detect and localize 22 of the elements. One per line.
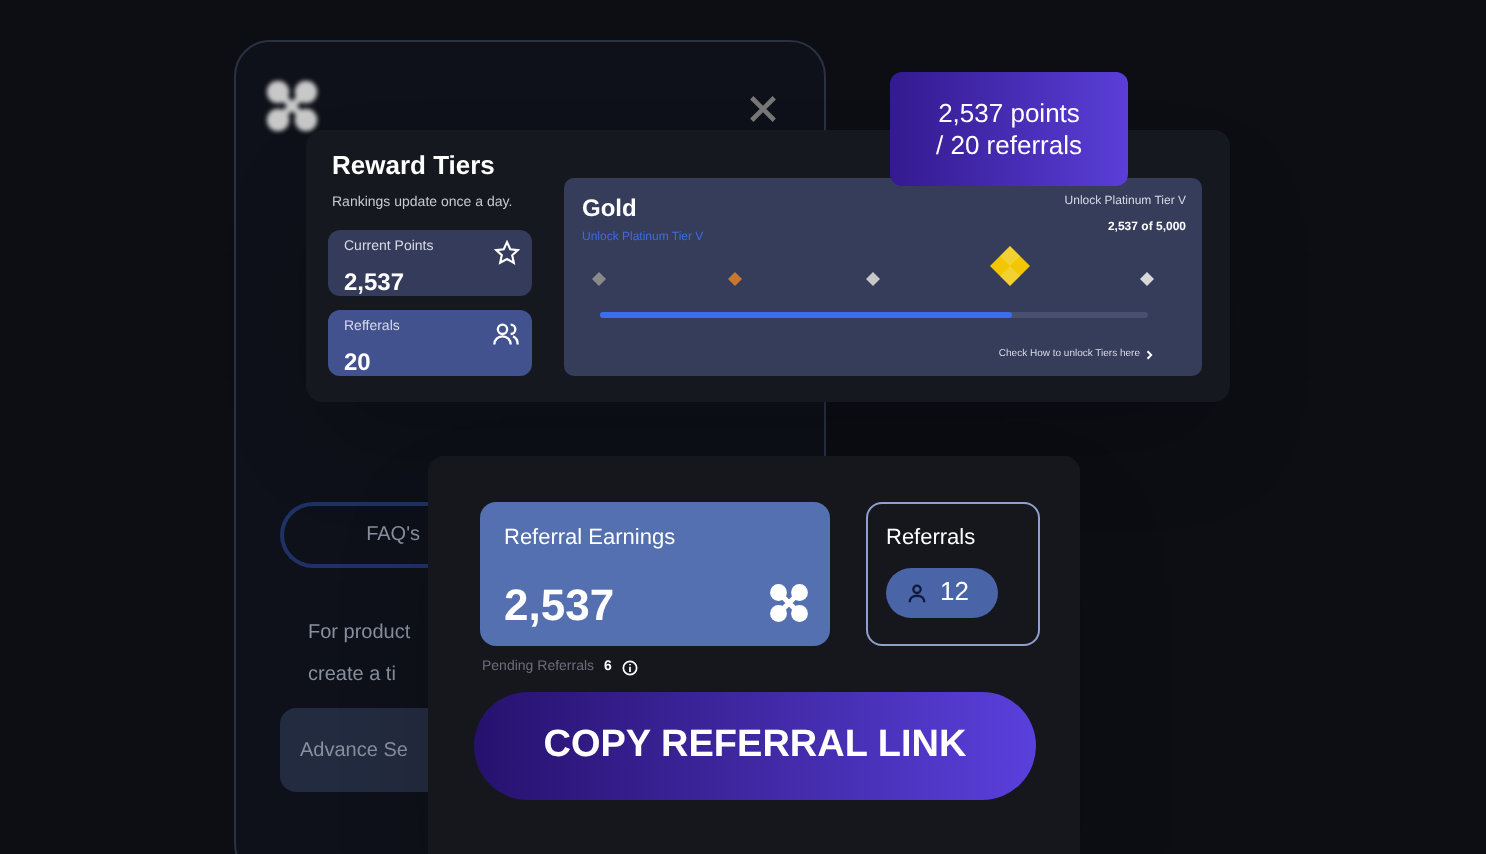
- advance-button[interactable]: Advance Se: [280, 708, 428, 792]
- copy-referral-link-button[interactable]: COPY REFERRAL LINK: [474, 692, 1036, 800]
- close-icon[interactable]: [748, 94, 778, 124]
- tooltip-text: 2,537 points: [938, 97, 1080, 129]
- logo-icon: [264, 78, 320, 134]
- referrals-count: 12: [940, 574, 969, 611]
- logo-icon: [768, 582, 810, 624]
- tooltip-text: / 20 referrals: [936, 129, 1082, 161]
- stat-value: 20: [344, 345, 371, 379]
- referrals-label: Referrals: [886, 524, 978, 554]
- earnings-label: Referral Earnings: [504, 524, 676, 554]
- star-icon: [494, 240, 520, 266]
- info-icon: [621, 660, 638, 677]
- stat-value: 2,537: [344, 265, 405, 299]
- chevron-icon: [1146, 350, 1154, 361]
- help-text: For product: [308, 620, 411, 648]
- user-icon: [906, 581, 928, 603]
- earnings-value: 2,537: [504, 578, 615, 634]
- help-text: create a ti: [308, 662, 398, 690]
- tier-name: Gold: [582, 192, 639, 226]
- users-icon: [492, 320, 520, 348]
- panel-title: Reward Tiers: [332, 148, 497, 184]
